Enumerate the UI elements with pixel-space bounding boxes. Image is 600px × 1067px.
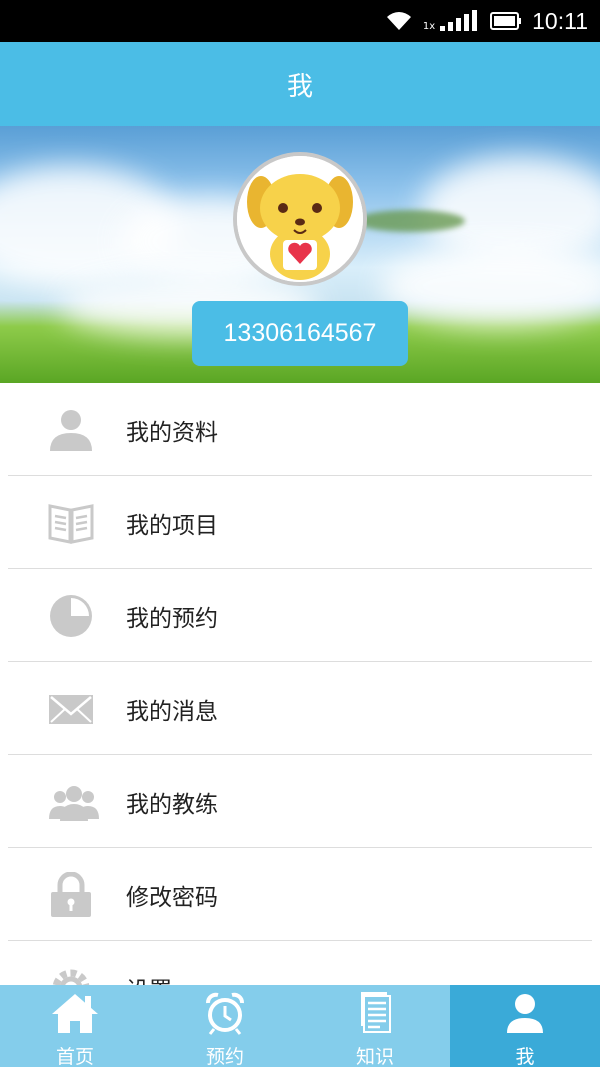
page-title: 我 — [286, 71, 313, 102]
avatar[interactable] — [233, 152, 367, 286]
cloud-decoration — [380, 246, 600, 326]
page-header: 我 — [0, 42, 600, 126]
tab-label: 首页 — [55, 1046, 94, 1067]
menu-item-label: 我的教练 — [126, 791, 218, 818]
menu-item-my-appointments[interactable]: 我的预约 — [0, 569, 600, 662]
tab-home[interactable]: 首页 — [0, 985, 150, 1067]
menu-item-change-password[interactable]: 修改密码 — [0, 848, 600, 941]
network-type-label: 1x — [422, 21, 436, 32]
menu-item-label: 我的资料 — [126, 419, 218, 446]
group-icon — [49, 786, 99, 821]
profile-menu: 我的资料 我的项目 我的预约 我的消息 我的教练 修改密码 — [0, 383, 600, 1034]
clock-time: 10:11 — [532, 7, 588, 34]
tab-label: 我 — [515, 1046, 535, 1067]
menu-item-label: 我的消息 — [126, 698, 218, 725]
user-icon — [507, 994, 543, 1033]
phone-number-button[interactable]: 13306164567 — [192, 301, 408, 366]
document-icon — [361, 992, 391, 1033]
lock-icon — [51, 872, 91, 917]
dog-mascot-avatar — [237, 156, 363, 282]
signal-icon — [440, 10, 478, 31]
tab-me[interactable]: 我 — [450, 985, 600, 1067]
home-icon — [52, 994, 98, 1033]
tab-label: 知识 — [355, 1046, 394, 1067]
alarm-clock-icon — [206, 992, 244, 1035]
menu-item-label: 我的项目 — [126, 512, 218, 539]
book-icon — [48, 504, 94, 544]
tab-appointments[interactable]: 预约 — [150, 985, 300, 1067]
tab-label: 预约 — [205, 1046, 244, 1067]
menu-item-my-coaches[interactable]: 我的教练 — [0, 755, 600, 848]
menu-item-my-profile[interactable]: 我的资料 — [0, 383, 600, 476]
menu-item-label: 修改密码 — [126, 884, 218, 911]
wifi-icon — [386, 12, 411, 30]
envelope-icon — [49, 695, 93, 724]
tab-knowledge[interactable]: 知识 — [300, 985, 450, 1067]
bottom-tab-bar: 首页 预约 知识 我 — [0, 985, 600, 1067]
pie-chart-icon — [50, 595, 92, 637]
menu-item-label: 我的预约 — [126, 605, 218, 632]
battery-icon — [490, 12, 522, 30]
menu-item-my-messages[interactable]: 我的消息 — [0, 662, 600, 755]
status-bar: 1x 10:11 — [0, 0, 600, 42]
person-icon — [50, 410, 92, 451]
phone-number: 13306164567 — [223, 319, 377, 347]
menu-item-my-projects[interactable]: 我的项目 — [0, 476, 600, 569]
floating-island-decoration — [355, 210, 465, 232]
